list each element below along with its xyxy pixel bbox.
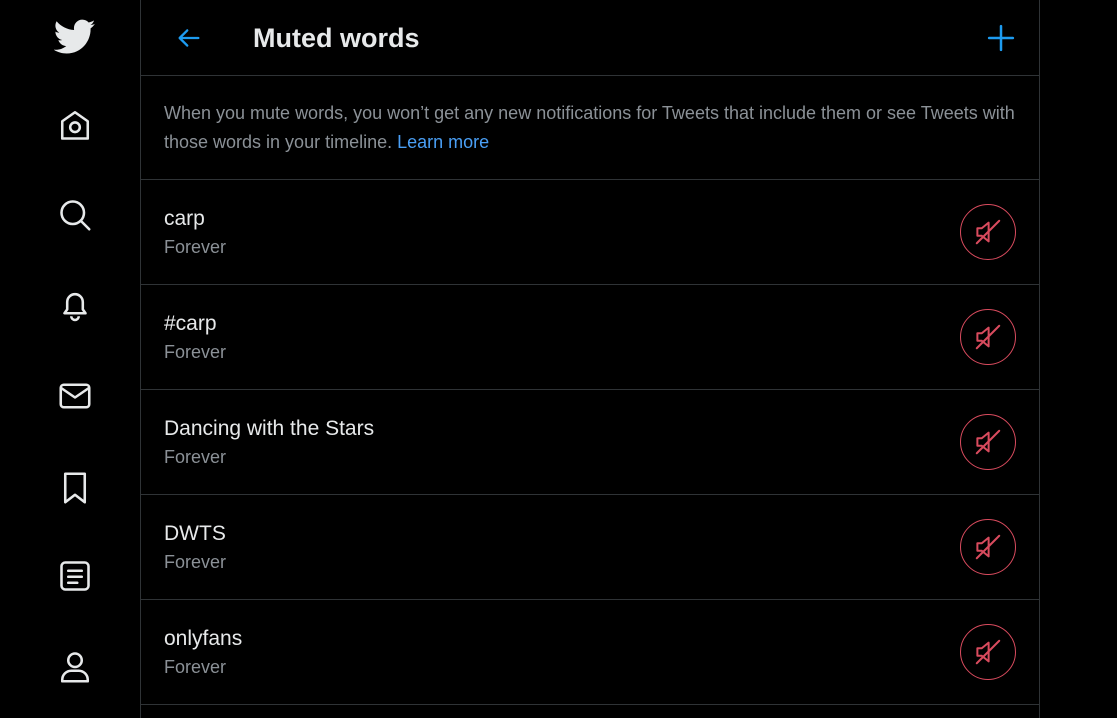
page-header: Muted words — [141, 0, 1039, 76]
app-root: Muted words When you mute words, you won… — [0, 0, 1117, 718]
unmute-button[interactable] — [960, 414, 1016, 470]
plus-icon — [987, 24, 1015, 52]
unmute-button[interactable] — [960, 624, 1016, 680]
messages-envelope-icon — [59, 383, 91, 409]
bookmark-icon — [63, 472, 87, 504]
twitter-logo-icon[interactable] — [50, 12, 100, 62]
home-icon — [60, 110, 90, 140]
unmute-button[interactable] — [960, 309, 1016, 365]
main-column: Muted words When you mute words, you won… — [140, 0, 1040, 718]
unmute-speaker-icon — [975, 324, 1001, 350]
unmute-speaker-icon — [975, 534, 1001, 560]
muted-word-text: carp — [164, 207, 205, 230]
muted-word-text: Dancing with the Stars — [164, 417, 375, 440]
nav-explore[interactable] — [50, 190, 100, 240]
muted-word-duration: Forever — [164, 447, 227, 467]
back-button[interactable] — [169, 18, 209, 58]
unmute-speaker-icon — [975, 639, 1001, 665]
unmute-button[interactable] — [960, 204, 1016, 260]
muted-word-row[interactable]: #carp Forever — [141, 285, 1039, 390]
nav-lists[interactable] — [50, 551, 100, 601]
muted-words-description: When you mute words, you won’t get any n… — [141, 76, 1039, 180]
page-title: Muted words — [253, 23, 420, 53]
nav-messages[interactable] — [50, 371, 100, 421]
muted-word-duration: Forever — [164, 237, 227, 257]
muted-word-row[interactable]: onlyfans Forever — [141, 600, 1039, 705]
muted-word-duration: Forever — [164, 657, 227, 677]
notifications-bell-icon — [63, 293, 87, 322]
search-icon — [60, 200, 91, 231]
lists-icon — [60, 561, 90, 591]
add-muted-word-button[interactable] — [981, 18, 1021, 58]
muted-word-text: onlyfans — [164, 627, 243, 650]
muted-word-text: DWTS — [164, 522, 226, 545]
unmute-button[interactable] — [960, 519, 1016, 575]
muted-word-duration: Forever — [164, 552, 227, 572]
muted-words-list: carp Forever #carp Forever Dancing with … — [141, 180, 1039, 705]
back-arrow-icon — [178, 29, 200, 47]
nav-home[interactable] — [50, 100, 100, 150]
muted-word-row[interactable]: Dancing with the Stars Forever — [141, 390, 1039, 495]
unmute-speaker-icon — [975, 219, 1001, 245]
muted-word-row[interactable]: DWTS Forever — [141, 495, 1039, 600]
nav-profile[interactable] — [50, 642, 100, 692]
description-text: When you mute words, you won’t get any n… — [164, 103, 1015, 152]
muted-word-duration: Forever — [164, 342, 227, 362]
muted-word-text: #carp — [164, 312, 217, 335]
unmute-speaker-icon — [975, 429, 1001, 455]
nav-bookmarks[interactable] — [50, 463, 100, 513]
sidebar-nav — [0, 0, 140, 718]
profile-icon — [60, 652, 90, 683]
muted-word-row[interactable]: carp Forever — [141, 180, 1039, 285]
learn-more-link[interactable]: Learn more — [397, 132, 489, 152]
nav-notifications[interactable] — [50, 280, 100, 330]
